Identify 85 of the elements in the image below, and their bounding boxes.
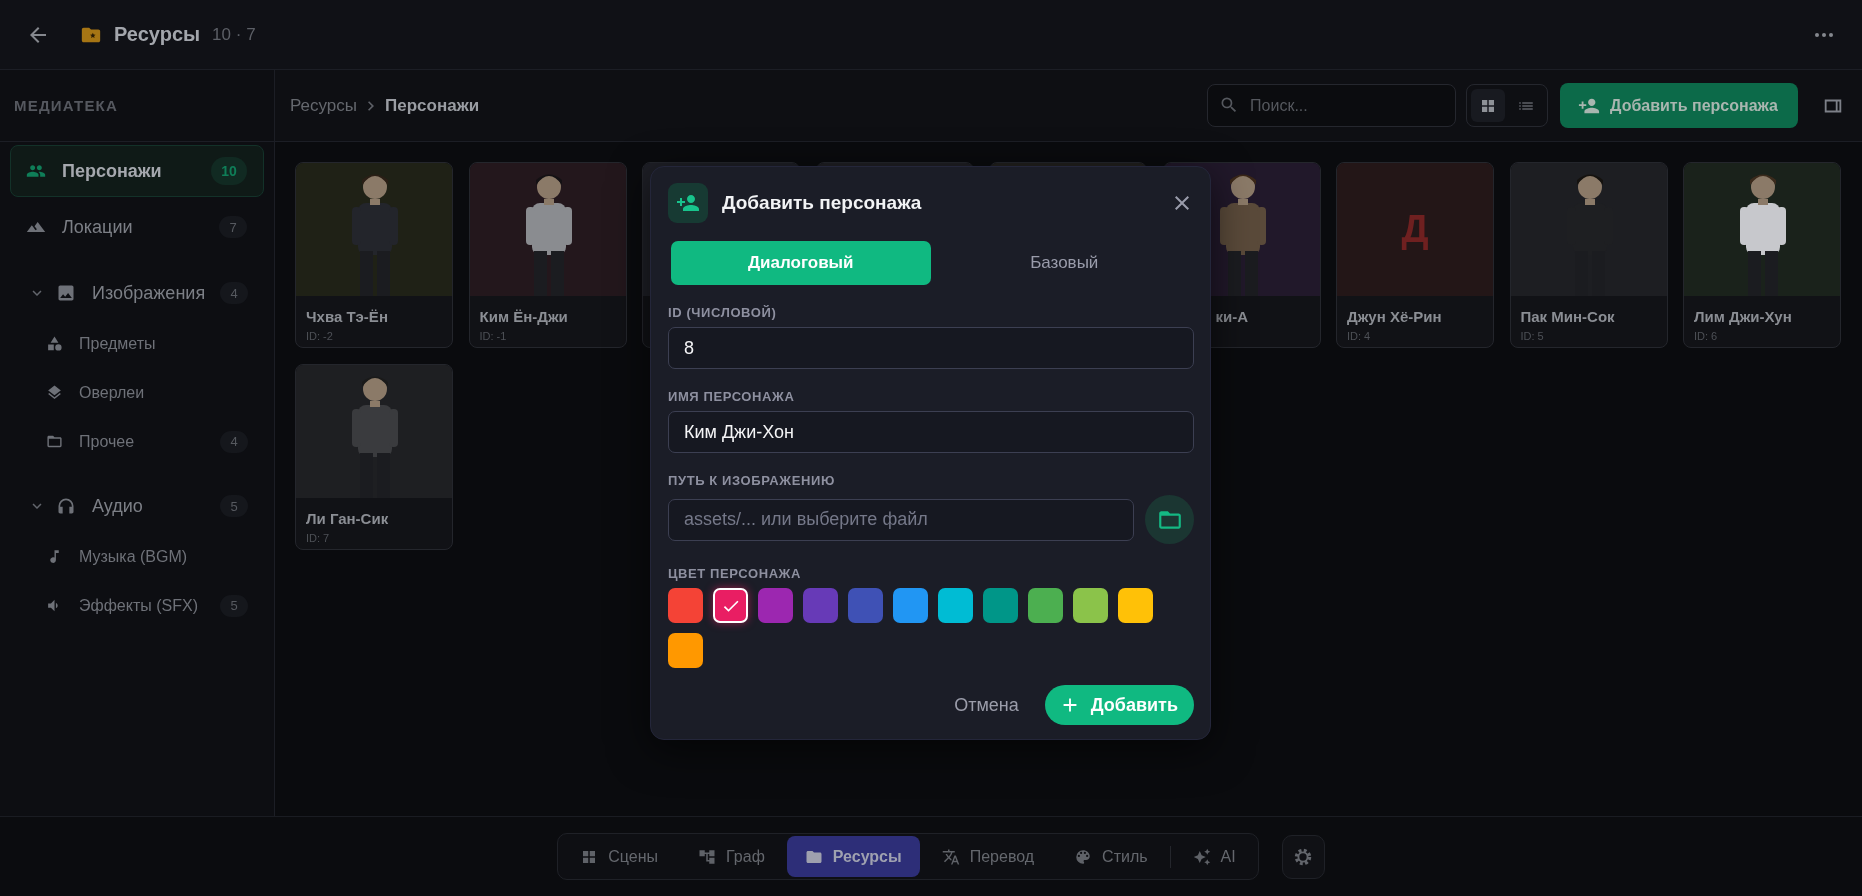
field-label: ИМЯ ПЕРСОНАЖА [668, 389, 796, 404]
headphones-icon [56, 496, 76, 516]
sidebar-group[interactable]: Аудио 5 [10, 480, 264, 532]
add-character-button[interactable]: Добавить персонажа [1560, 83, 1798, 128]
layers-icon [46, 384, 63, 401]
color-swatch[interactable] [1118, 588, 1153, 623]
color-swatch[interactable] [668, 588, 703, 623]
character-name: Джун Хё-Рин [1346, 307, 1443, 325]
sidebar-item[interactable]: Эффекты (SFX) 5 [10, 581, 264, 630]
sidebar-item[interactable]: Музыка (BGM) [10, 532, 264, 581]
translate-icon [941, 847, 960, 866]
nav-tab[interactable]: Граф [680, 836, 783, 877]
nav-tab[interactable]: Ресурсы [786, 836, 920, 877]
character-name: Лим Джи-Хун [1693, 307, 1793, 325]
count-badge: 10 [211, 157, 247, 185]
sidebar-item[interactable]: Оверлеи [10, 368, 264, 417]
nav-tab[interactable]: Сцены [562, 836, 677, 877]
count-badge: 4 [220, 282, 248, 304]
count-badge: 4 [220, 430, 248, 453]
count-badge: 7 [219, 216, 247, 238]
character-card[interactable]: Ли Ган-Сик ID: 7 [295, 364, 453, 550]
count-badge: 5 [220, 495, 248, 517]
character-name: Чхва Тэ-Ён [305, 307, 389, 325]
sparkle-icon [1192, 847, 1211, 866]
color-swatch[interactable] [848, 588, 883, 623]
character-id: ID: 6 [1693, 329, 1719, 342]
field-label: ЦВЕТ ПЕРСОНАЖА [668, 566, 802, 581]
color-swatch[interactable] [758, 588, 793, 623]
nav-tab[interactable]: Перевод [923, 836, 1053, 877]
character-card[interactable]: Пак Мин-Сок ID: 5 [1509, 162, 1668, 348]
palette-icon [1074, 847, 1093, 866]
more-dots-icon [1814, 31, 1834, 38]
field-label: ПУТЬ К ИЗОБРАЖЕНИЮ [668, 473, 836, 488]
character-card[interactable]: Чхва Тэ-Ён ID: -2 [295, 162, 453, 348]
count-badge: 5 [220, 594, 248, 617]
color-swatch[interactable] [713, 588, 748, 623]
cancel-button[interactable]: Отмена [948, 693, 1025, 717]
add-button[interactable]: Добавить [1044, 685, 1194, 725]
sidebar-item[interactable]: Предметы [10, 319, 264, 368]
folder-icon [46, 433, 63, 450]
breadcrumb-link[interactable]: Ресурсы [290, 95, 358, 116]
browse-button[interactable] [1145, 495, 1194, 544]
character-name: Ким Ён-Джи [478, 307, 569, 325]
input-field[interactable]: assets/... или выберите файл [668, 498, 1134, 541]
sidebar-heading: МЕДИАТЕКА [0, 70, 274, 142]
input-field[interactable]: 8 [668, 327, 1194, 369]
color-swatch[interactable] [1028, 588, 1063, 623]
character-id: ID: 5 [1519, 329, 1545, 342]
chevron-right-icon [368, 100, 375, 111]
resource-counts: 10 · 7 [212, 24, 256, 45]
search-field[interactable]: Поиск... [1207, 84, 1457, 127]
character-card[interactable]: Д Джун Хё-Рин ID: 4 [1336, 162, 1494, 348]
image-icon [56, 283, 76, 303]
nav-tab[interactable]: Стиль [1056, 836, 1166, 877]
color-swatch[interactable] [893, 588, 928, 623]
color-swatch[interactable] [938, 588, 973, 623]
color-swatch[interactable] [1073, 588, 1108, 623]
dialog-title: Добавить персонажа [722, 192, 923, 214]
input-field[interactable]: Ким Джи-Хон [668, 411, 1194, 453]
sidebar-item[interactable]: Прочее 4 [10, 417, 264, 466]
shapes-icon [46, 335, 63, 352]
grid-view-button[interactable] [1471, 89, 1506, 122]
character-id: ID: 4 [1346, 329, 1372, 342]
settings-button[interactable] [1281, 834, 1325, 879]
mode-tab[interactable]: Диалоговый [671, 241, 931, 285]
character-card[interactable]: Лим Джи-Хун ID: 6 [1683, 162, 1841, 348]
nav-tab[interactable]: AI [1174, 836, 1254, 877]
character-name: Ли Ган-Сик [305, 509, 390, 527]
character-name: ки-А [1214, 307, 1250, 325]
sidebar-item[interactable]: Локации 7 [10, 201, 264, 253]
character-card[interactable]: Ким Ён-Джи ID: -1 [468, 162, 627, 348]
sidebar-item[interactable]: Персонажи 10 [10, 145, 264, 197]
tree-icon [698, 847, 717, 866]
character-id: ID: -1 [478, 329, 508, 342]
character-name: Пак Мин-Сок [1519, 307, 1616, 325]
breadcrumb-current: Персонажи [385, 95, 480, 116]
character-id: ID: 7 [305, 531, 331, 544]
page-title: Ресурсы [114, 23, 201, 46]
sidebar-group[interactable]: Изображения 4 [10, 267, 264, 319]
color-swatch[interactable] [803, 588, 838, 623]
color-swatch[interactable] [668, 633, 703, 668]
field-label: ID (ЧИСЛОВОЙ) [668, 305, 778, 320]
color-swatch[interactable] [983, 588, 1018, 623]
character-id: ID: -2 [305, 329, 334, 342]
initial-letter: Д [1401, 208, 1429, 251]
